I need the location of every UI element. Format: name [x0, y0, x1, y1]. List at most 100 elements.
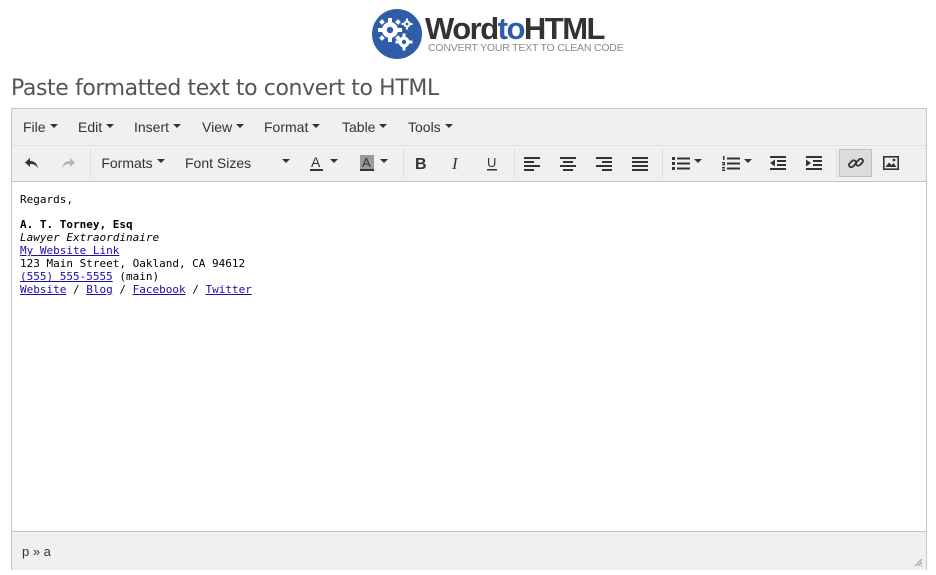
link-icon — [847, 157, 864, 169]
menu-file-label: File — [23, 119, 46, 135]
gears-icon — [372, 9, 422, 59]
bold-button[interactable]: B — [406, 149, 434, 177]
signature-title: Lawyer Extraordinaire — [20, 231, 160, 244]
indent-icon — [806, 156, 822, 170]
blog-link[interactable]: Blog — [86, 283, 113, 296]
rich-text-editor: File Edit Insert View Format Table Tools… — [11, 108, 927, 570]
menu-table-label: Table — [342, 119, 376, 135]
italic-icon: I — [451, 155, 459, 171]
font-sizes-label: Font Sizes — [185, 155, 252, 171]
link-separator: / — [185, 283, 206, 296]
align-center-button[interactable] — [554, 149, 582, 177]
toolbar-divider — [403, 149, 404, 177]
toolbar-divider — [662, 149, 663, 177]
twitter-link[interactable]: Twitter — [205, 283, 251, 296]
bullet-list-button[interactable] — [666, 149, 708, 177]
align-left-icon — [524, 157, 540, 171]
menu-insert-label: Insert — [134, 119, 170, 135]
align-left-button[interactable] — [518, 149, 546, 177]
numbered-list-button[interactable] — [716, 149, 758, 177]
outdent-icon — [770, 156, 786, 170]
logo-tagline: CONVERT YOUR TEXT TO CLEAN CODE — [428, 42, 624, 54]
chevron-down-icon — [156, 159, 165, 163]
align-right-icon — [596, 157, 612, 171]
menu-file[interactable]: File — [23, 119, 58, 135]
toolbar-divider — [836, 149, 837, 177]
menu-edit[interactable]: Edit — [78, 119, 115, 135]
svg-text:A: A — [311, 154, 321, 170]
indent-button[interactable] — [800, 149, 828, 177]
chevron-down-icon — [379, 124, 388, 129]
menu-view[interactable]: View — [202, 119, 245, 135]
resize-handle-icon[interactable] — [913, 557, 923, 567]
background-color-button[interactable]: A — [352, 149, 394, 177]
social-links-line: Website / Blog / Facebook / Twitter — [20, 283, 252, 296]
element-path[interactable]: p » a — [22, 544, 51, 559]
chevron-down-icon — [312, 124, 321, 129]
toolbar-divider — [90, 149, 91, 177]
menu-view-label: View — [202, 119, 233, 135]
underline-icon: U — [487, 155, 497, 171]
my-website-link[interactable]: My Website Link — [20, 244, 119, 257]
svg-text:B: B — [415, 156, 427, 171]
menu-table[interactable]: Table — [342, 119, 388, 135]
image-button[interactable] — [877, 149, 905, 177]
svg-text:I: I — [451, 155, 459, 171]
editor-menubar: File Edit Insert View Format Table Tools — [12, 109, 926, 146]
font-color-button[interactable]: A — [302, 149, 344, 177]
link-separator: / — [66, 283, 87, 296]
logo-word-part1: Word — [425, 11, 499, 46]
bold-icon: B — [415, 156, 427, 171]
greeting-text: Regards, — [20, 193, 73, 206]
redo-icon — [62, 158, 75, 169]
menu-format[interactable]: Format — [264, 119, 321, 135]
svg-text:U: U — [487, 155, 496, 170]
link-button[interactable] — [839, 149, 872, 177]
redo-button[interactable] — [54, 149, 82, 177]
editor-statusbar: p » a — [12, 531, 926, 570]
chevron-down-icon — [330, 159, 338, 163]
phone-link[interactable]: (555) 555-5555 — [20, 270, 113, 283]
align-justify-button[interactable] — [626, 149, 654, 177]
italic-button[interactable]: I — [442, 149, 470, 177]
menu-insert[interactable]: Insert — [134, 119, 182, 135]
chevron-down-icon — [173, 124, 182, 129]
bullet-list-icon — [672, 157, 690, 170]
outdent-button[interactable] — [764, 149, 792, 177]
editor-content[interactable]: Regards, A. T. Torney, Esq Lawyer Extrao… — [20, 193, 252, 296]
chevron-down-icon — [380, 159, 388, 163]
link-separator: / — [112, 283, 133, 296]
align-right-button[interactable] — [590, 149, 618, 177]
align-justify-icon — [632, 157, 648, 171]
background-color-icon: A — [360, 155, 374, 171]
phone-line: (555) 555-5555 (main) — [20, 270, 252, 283]
chevron-down-icon — [694, 159, 702, 163]
menu-format-label: Format — [264, 119, 309, 135]
website-link[interactable]: Website — [20, 283, 66, 296]
underline-button[interactable]: U — [478, 149, 506, 177]
menu-tools[interactable]: Tools — [408, 119, 453, 135]
logo-word-part2: to — [497, 11, 526, 46]
logo-word-part3: HTML — [523, 11, 606, 46]
chevron-down-icon — [744, 159, 752, 163]
font-color-icon: A — [310, 154, 323, 171]
align-center-icon — [560, 157, 576, 171]
font-sizes-dropdown[interactable]: Font Sizes — [182, 149, 292, 177]
chevron-down-icon — [444, 124, 453, 129]
toolbar-divider — [514, 149, 515, 177]
undo-icon — [25, 158, 38, 169]
editor-toolbar: Formats Font Sizes A A B I U — [12, 146, 926, 182]
chevron-down-icon — [106, 124, 115, 129]
chevron-down-icon — [236, 124, 245, 129]
svg-text:A: A — [362, 155, 371, 170]
website-link-line: My Website Link — [20, 244, 252, 257]
logo[interactable]: WordtoHTML CONVERT YOUR TEXT TO CLEAN CO… — [372, 9, 624, 61]
menu-edit-label: Edit — [78, 119, 103, 135]
phone-suffix: (main) — [112, 270, 160, 283]
chevron-down-icon — [282, 159, 290, 163]
facebook-link[interactable]: Facebook — [133, 283, 186, 296]
formats-dropdown[interactable]: Formats — [98, 149, 168, 177]
image-icon — [883, 156, 899, 170]
undo-button[interactable] — [18, 149, 46, 177]
